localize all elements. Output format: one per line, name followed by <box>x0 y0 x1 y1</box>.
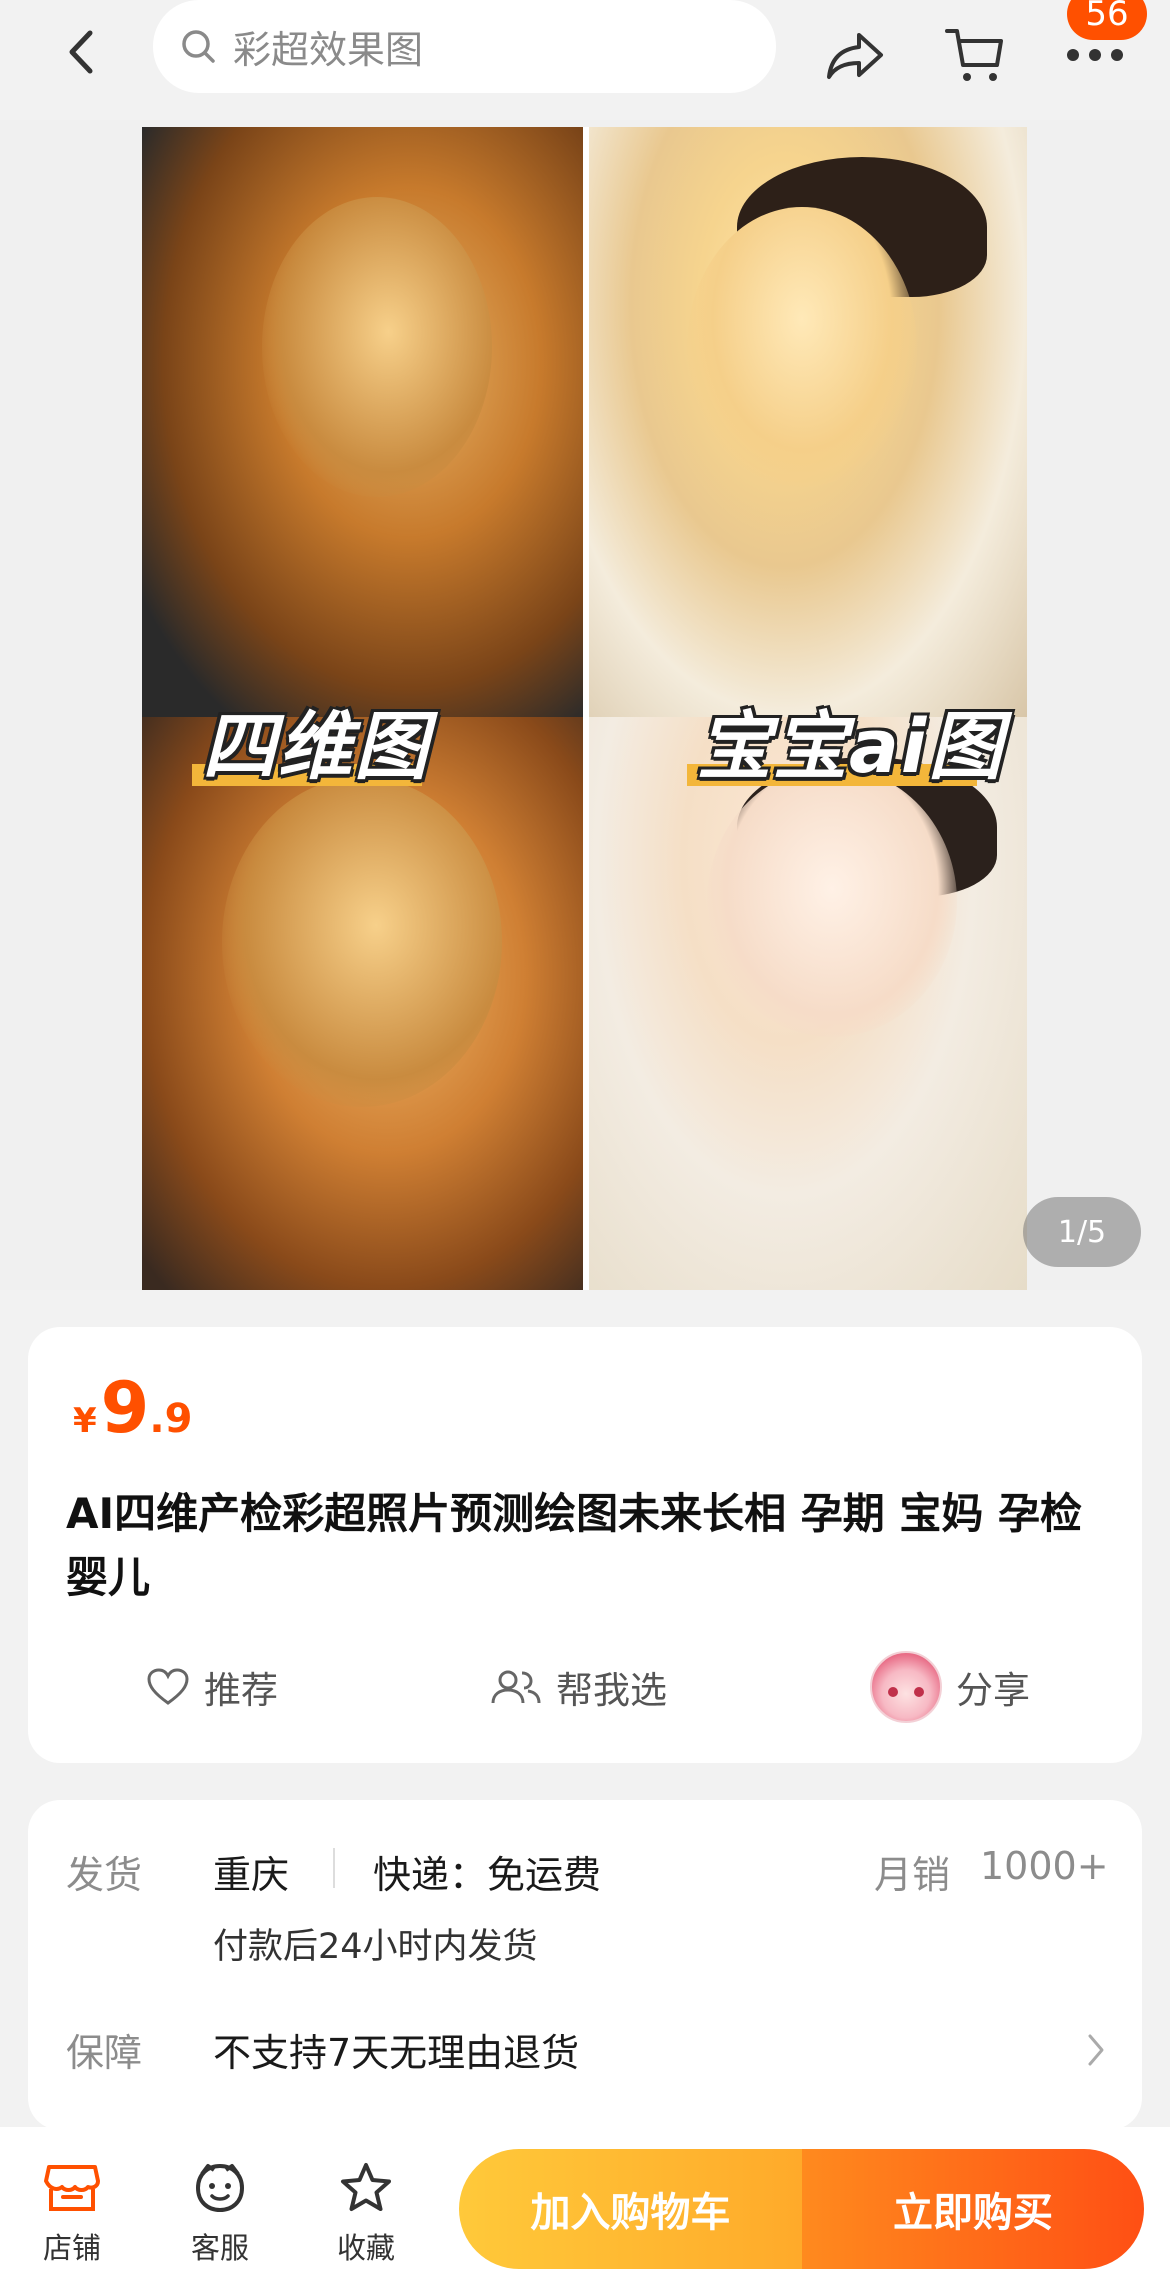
recommend-label: 推荐 <box>204 1669 278 1712</box>
ship-origin: 重庆 <box>213 1853 290 1897</box>
share-label: 分享 <box>956 1669 1030 1712</box>
heart-icon <box>147 1668 189 1705</box>
product-page: 彩超效果图 56 四维图 宝宝ai图 1/5 ¥ 9 .9 AI四维产检彩超照片… <box>0 0 1170 2289</box>
guarantee-value: 不支持7天无理由退货 <box>213 2031 580 2075</box>
baby-bottom-image <box>587 717 1027 1290</box>
help-choose-button[interactable]: 帮我选 <box>490 1647 667 1727</box>
row-divider <box>333 1848 335 1888</box>
share-button[interactable] <box>820 20 890 90</box>
product-image[interactable]: 四维图 宝宝ai图 <box>142 127 1027 1290</box>
image-divider <box>583 127 589 1290</box>
sales-label: 月销 <box>874 1853 951 1897</box>
back-button[interactable] <box>52 22 112 82</box>
store-tab[interactable]: 店铺 <box>22 2157 122 2267</box>
top-bar: 彩超效果图 56 <box>0 0 1170 120</box>
shipping-card[interactable]: 发货 重庆 快递：免运费 月销 1000+ 付款后24小时内发货 保障 不支持7… <box>28 1800 1142 2130</box>
label-baby-ai: 宝宝ai图 <box>697 704 1005 790</box>
store-label: 店铺 <box>42 2231 101 2265</box>
share-icon <box>827 33 883 79</box>
chevron-right-icon <box>1088 2034 1104 2066</box>
cart-button[interactable] <box>940 20 1010 90</box>
express-info: 快递：免运费 <box>373 1853 602 1897</box>
ultrasound-top-image <box>142 127 587 717</box>
search-bar[interactable]: 彩超效果图 <box>153 0 776 93</box>
more-icon <box>1067 49 1123 61</box>
favorite-tab[interactable]: 收藏 <box>316 2157 416 2267</box>
message-count-badge: 56 <box>1067 0 1147 40</box>
back-icon <box>69 30 93 74</box>
ship-time: 付款后24小时内发货 <box>213 1927 538 1967</box>
product-gallery[interactable]: 四维图 宝宝ai图 1/5 <box>0 120 1170 1290</box>
people-icon <box>491 1670 541 1704</box>
recommend-button[interactable]: 推荐 <box>146 1647 278 1727</box>
add-to-cart-button[interactable]: 加入购物车 <box>459 2149 802 2269</box>
cart-icon <box>945 29 1003 81</box>
store-icon <box>44 2165 100 2211</box>
price-integer: 9 <box>100 1367 150 1449</box>
ship-label: 发货 <box>66 1853 143 1897</box>
star-icon <box>341 2163 391 2211</box>
favorite-label: 收藏 <box>336 2231 395 2265</box>
service-tab[interactable]: 客服 <box>170 2157 270 2267</box>
buy-now-button[interactable]: 立即购买 <box>802 2149 1144 2269</box>
bottom-action-bar: 店铺 客服 收藏 加入购物车 立即购买 <box>0 2127 1170 2289</box>
avatar <box>870 1651 942 1723</box>
price-card: ¥ 9 .9 AI四维产检彩超照片预测绘图未来长相 孕期 宝妈 孕检 婴儿 推荐… <box>28 1327 1142 1763</box>
guarantee-label: 保障 <box>66 2031 143 2075</box>
search-placeholder: 彩超效果图 <box>233 28 424 72</box>
price-decimal: .9 <box>149 1396 193 1442</box>
share-product-button[interactable]: 分享 <box>870 1647 1030 1727</box>
product-title: AI四维产检彩超照片预测绘图未来长相 孕期 宝妈 孕检 婴儿 <box>66 1489 1082 1602</box>
help-choose-label: 帮我选 <box>556 1669 667 1712</box>
currency-symbol: ¥ <box>73 1401 97 1441</box>
gallery-pager: 1/5 <box>1023 1197 1141 1267</box>
price: ¥ 9 .9 <box>73 1367 192 1449</box>
service-label: 客服 <box>190 2231 249 2265</box>
label-4d: 四维图 <box>202 704 430 790</box>
sales-value: 1000+ <box>980 1844 1109 1888</box>
ultrasound-bottom-image <box>142 717 587 1290</box>
customer-service-icon <box>195 2163 245 2213</box>
baby-top-image <box>587 127 1027 717</box>
search-icon <box>182 29 215 63</box>
